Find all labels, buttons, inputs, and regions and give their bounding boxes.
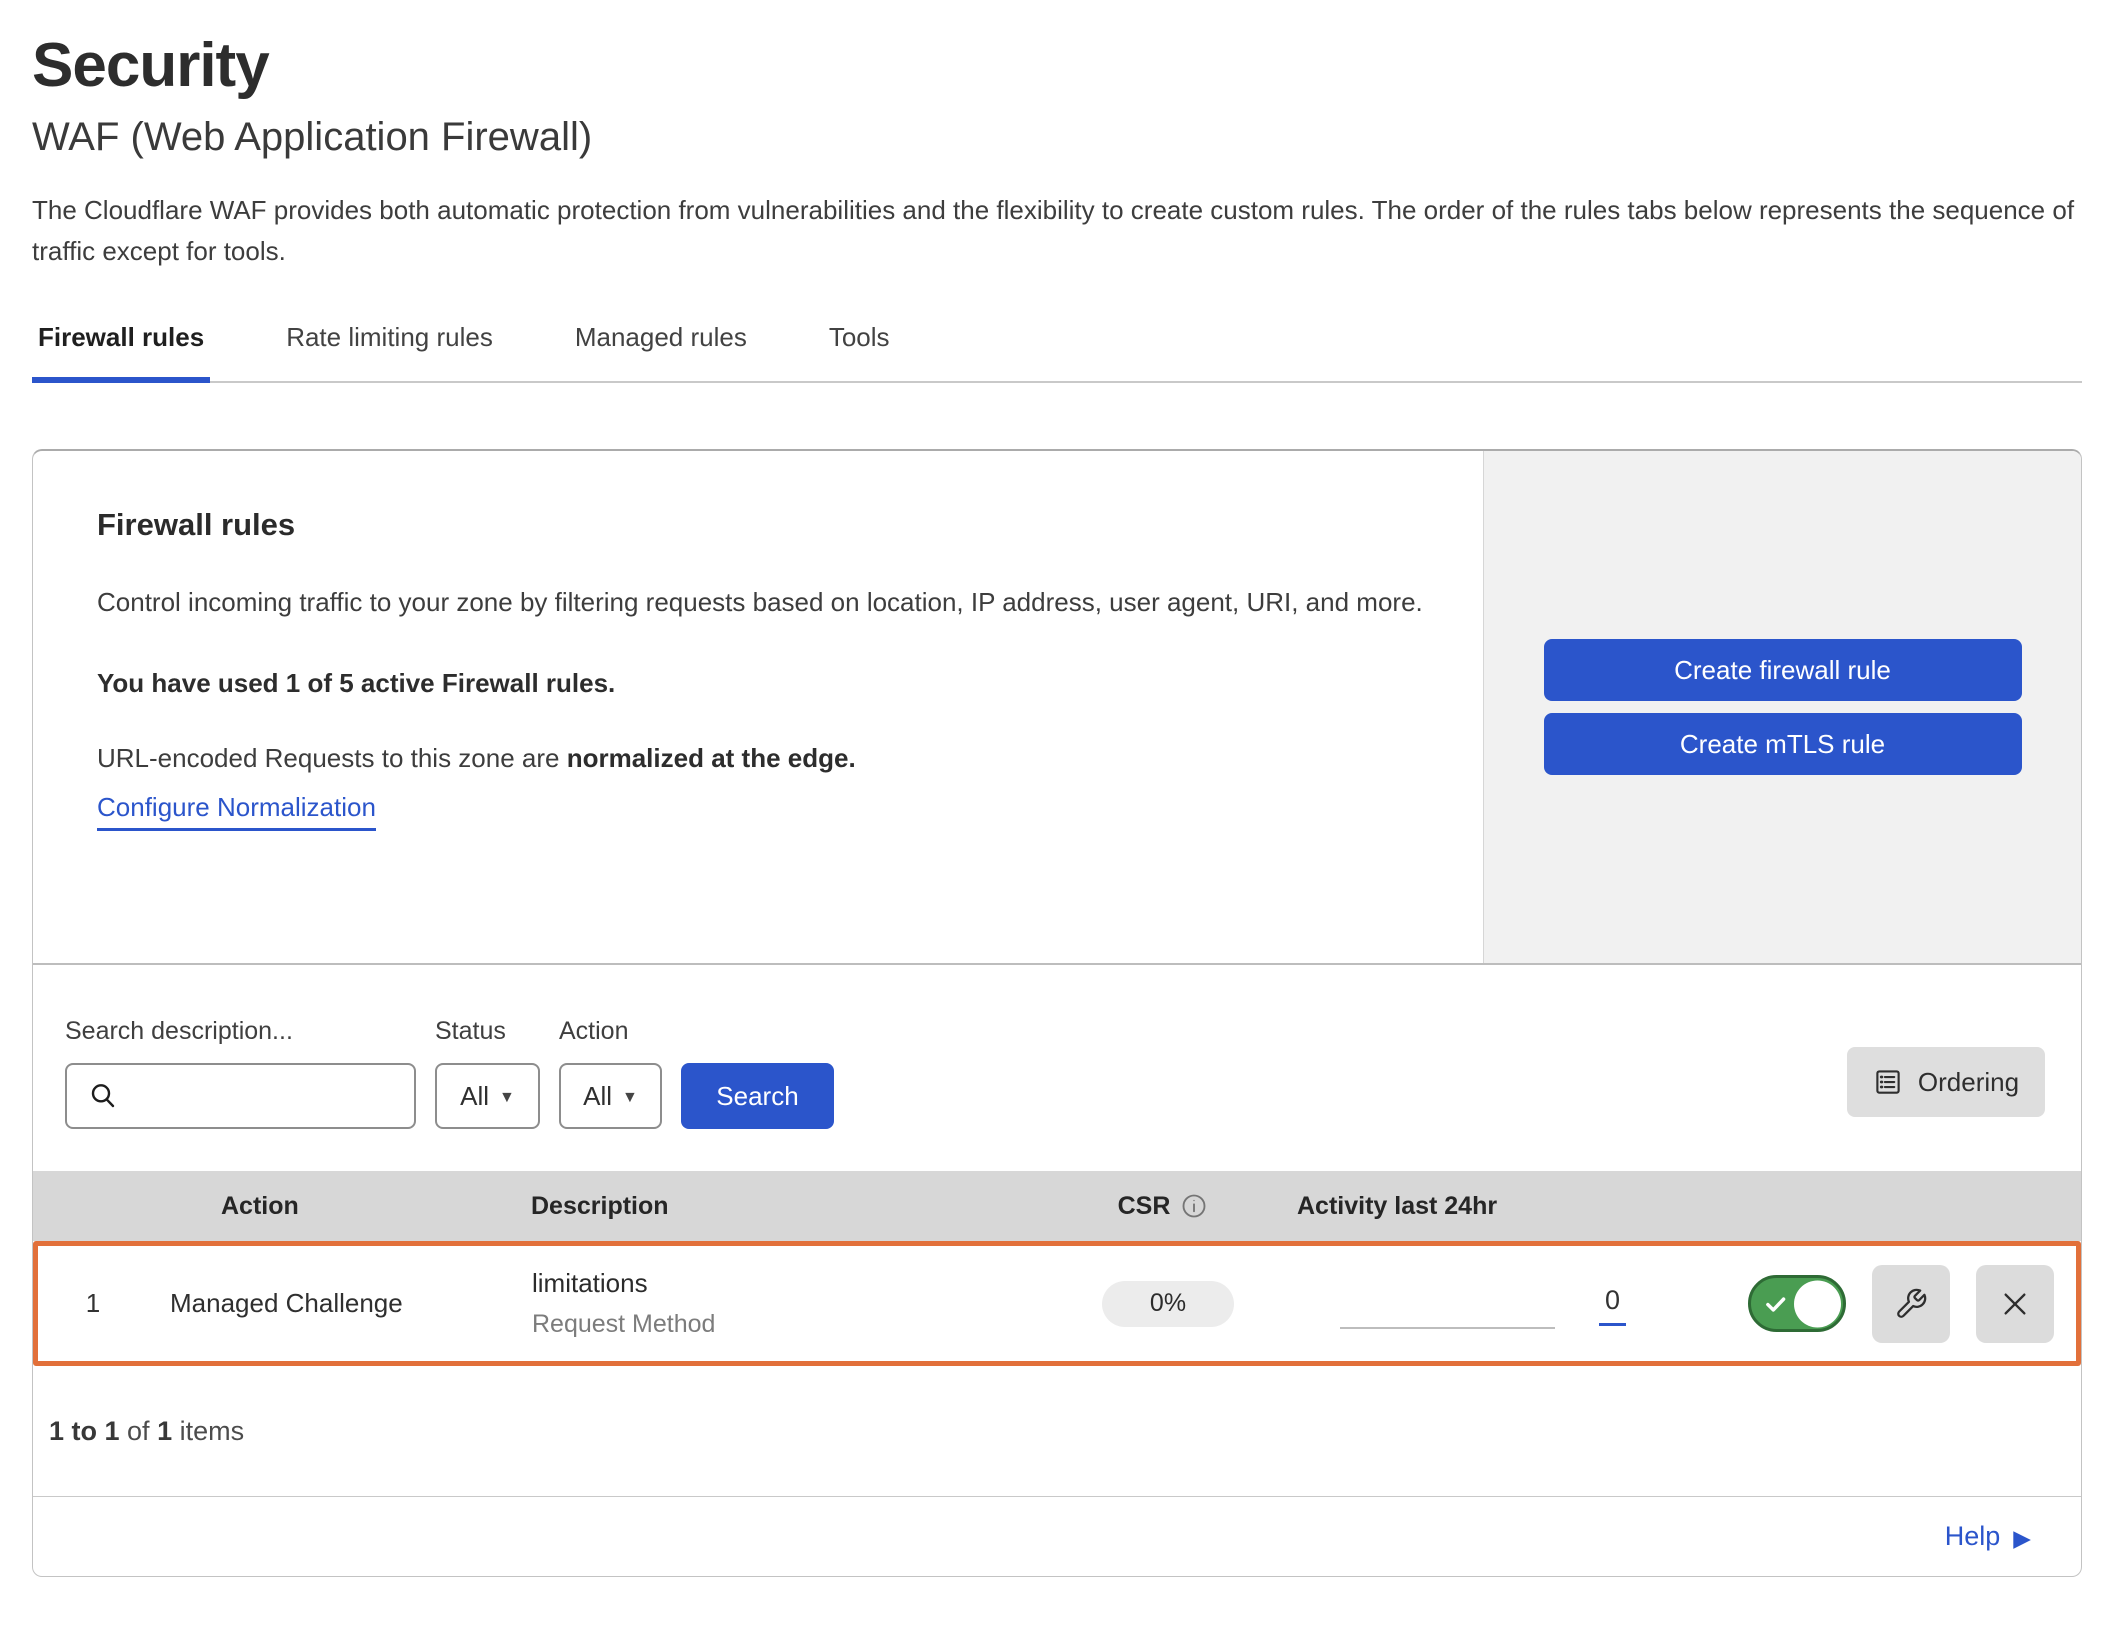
firewall-rules-card: Firewall rules Control incoming traffic … [32,449,2082,1577]
card-heading: Firewall rules [97,507,1423,543]
help-row: Help ▶ [33,1496,2081,1576]
ordering-button-label: Ordering [1918,1067,2019,1098]
wrench-icon [1894,1287,1928,1321]
page-title: Security [32,30,2082,101]
tab-managed-rules[interactable]: Managed rules [569,322,753,383]
activity-count-link[interactable]: 0 [1599,1285,1626,1326]
rule-index: 1 [38,1288,148,1319]
rule-activity-cell: 0 [1298,1265,2076,1343]
items-word: items [172,1416,244,1446]
search-input[interactable] [133,1082,398,1111]
status-dropdown-value: All [460,1081,489,1112]
info-icon[interactable] [1180,1192,1208,1220]
action-label: Action [559,1017,662,1046]
items-summary: 1 to 1 of 1 items [33,1366,2081,1496]
items-total: 1 [157,1416,172,1446]
activity-sparkline [1340,1279,1555,1329]
close-icon [1999,1288,2031,1320]
header-csr-label: CSR [1118,1192,1171,1221]
waf-tab-bar: Firewall rules Rate limiting rules Manag… [32,322,2082,383]
toggle-knob [1794,1280,1841,1327]
search-filter-group: Search description... [65,1017,416,1129]
ordering-list-icon [1873,1067,1903,1097]
tab-firewall-rules[interactable]: Firewall rules [32,322,210,383]
tab-rate-limiting-rules[interactable]: Rate limiting rules [280,322,499,383]
configure-normalization-link[interactable]: Configure Normalization [97,792,376,831]
caret-down-icon: ▼ [622,1089,638,1107]
card-top-info: Firewall rules Control incoming traffic … [33,451,1483,963]
items-range: 1 to 1 [49,1416,120,1446]
items-of: of [120,1416,158,1446]
tab-tools[interactable]: Tools [823,322,896,383]
status-dropdown[interactable]: All ▼ [435,1063,540,1129]
status-filter-group: Status All ▼ [435,1017,540,1129]
rule-enabled-toggle[interactable] [1748,1275,1846,1332]
header-action: Action [143,1192,473,1221]
search-button[interactable]: Search [681,1063,834,1129]
search-icon [87,1080,119,1112]
create-firewall-rule-button[interactable]: Create firewall rule [1544,639,2022,701]
normalization-prefix: URL-encoded Requests to this zone are [97,743,567,773]
header-activity: Activity last 24hr [1293,1192,2081,1221]
table-header: Action Description CSR Activity last 24h… [33,1171,2081,1241]
security-waf-page: Security WAF (Web Application Firewall) … [0,0,2114,1577]
filter-bar: Search description... Status All ▼ [33,963,2081,1171]
action-dropdown[interactable]: All ▼ [559,1063,662,1129]
header-csr: CSR [1033,1192,1293,1221]
header-description: Description [473,1192,1033,1221]
help-arrow-icon: ▶ [2013,1525,2031,1552]
rule-controls [1748,1265,2054,1343]
rule-description: limitations [532,1268,1038,1299]
delete-rule-button[interactable] [1976,1265,2054,1343]
edit-rule-button[interactable] [1872,1265,1950,1343]
help-link[interactable]: Help [1945,1521,2001,1552]
card-description: Control incoming traffic to your zone by… [97,579,1423,626]
rule-action: Managed Challenge [148,1288,478,1319]
card-top-section: Firewall rules Control incoming traffic … [33,451,2081,963]
search-box[interactable] [65,1063,416,1129]
status-label: Status [435,1017,540,1046]
table-row[interactable]: 1 Managed Challenge limitations Request … [33,1241,2081,1366]
check-icon [1763,1291,1789,1317]
rule-description-cell: limitations Request Method [478,1268,1038,1339]
page-description: The Cloudflare WAF provides both automat… [32,190,2082,272]
create-mtls-rule-button[interactable]: Create mTLS rule [1544,713,2022,775]
action-dropdown-value: All [583,1081,612,1112]
normalization-bold: normalized at the edge. [567,743,856,773]
card-actions-panel: Create firewall rule Create mTLS rule [1483,451,2081,963]
action-filter-group: Action All ▼ [559,1017,662,1129]
page-subtitle: WAF (Web Application Firewall) [32,115,2082,160]
caret-down-icon: ▼ [499,1089,515,1107]
normalization-line: URL-encoded Requests to this zone are no… [97,743,1423,774]
rule-description-sub: Request Method [532,1310,1038,1339]
search-label: Search description... [65,1017,416,1046]
ordering-button[interactable]: Ordering [1847,1047,2045,1117]
usage-line: You have used 1 of 5 active Firewall rul… [97,668,1423,699]
csr-badge: 0% [1102,1281,1234,1327]
rule-csr-cell: 0% [1038,1281,1298,1327]
